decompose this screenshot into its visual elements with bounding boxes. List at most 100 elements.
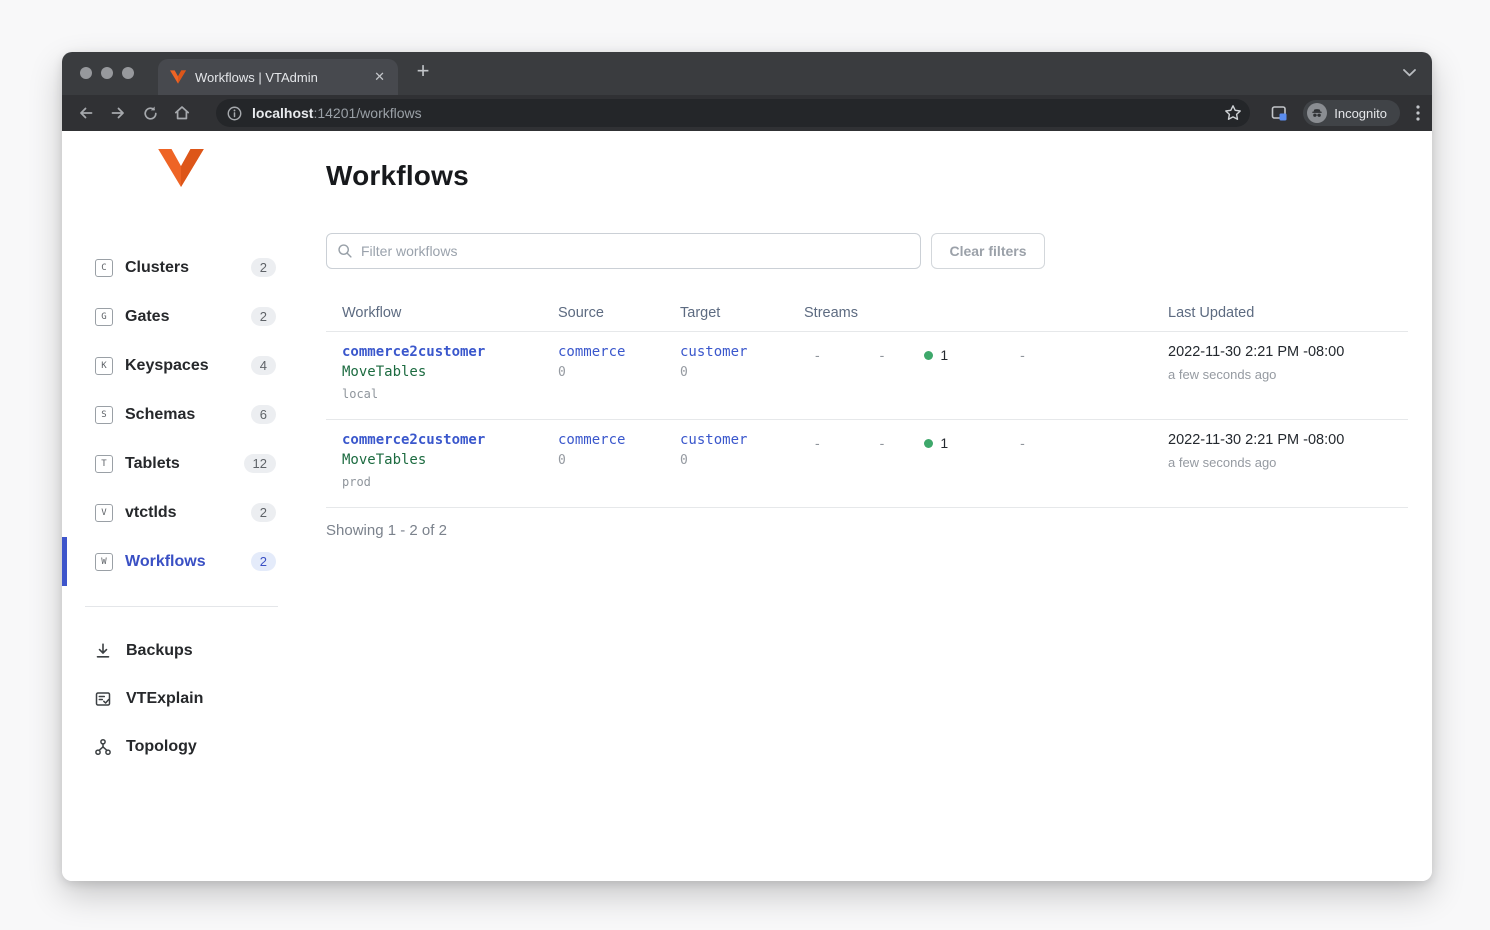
- workflow-type: MoveTables: [342, 364, 542, 380]
- sidebar-item-vtctlds[interactable]: V vtctlds 2: [62, 488, 326, 537]
- sidebar-item-label: Tablets: [125, 455, 180, 473]
- running-count: 1: [940, 435, 948, 451]
- page-content: C Clusters 2 G Gates 2 K Keyspaces 4 S S…: [62, 131, 1432, 881]
- sidebar-item-topology[interactable]: Topology: [62, 723, 326, 771]
- sidebar-item-tablets[interactable]: T Tablets 12: [62, 439, 326, 488]
- search-icon: [337, 243, 353, 259]
- table-header-row: Workflow Source Target Streams Last Upda…: [326, 295, 1408, 332]
- col-header-last-updated: Last Updated: [1152, 305, 1408, 321]
- url-path: :14201/workflows: [313, 105, 421, 121]
- workflow-name-link[interactable]: commerce2customer: [342, 344, 542, 360]
- workflows-table: Workflow Source Target Streams Last Upda…: [326, 295, 1408, 539]
- count-badge: 4: [251, 356, 276, 375]
- sidebar-item-keyspaces[interactable]: K Keyspaces 4: [62, 341, 326, 390]
- sidebar-item-schemas[interactable]: S Schemas 6: [62, 390, 326, 439]
- sidebar-item-label: VTExplain: [126, 690, 203, 708]
- topology-icon: [94, 738, 114, 756]
- running-count: 1: [940, 347, 948, 363]
- window-controls[interactable]: [80, 67, 134, 79]
- streams-copying: -: [815, 347, 820, 363]
- streams-error: -: [880, 435, 885, 451]
- browser-window: Workflows | VTAdmin ✕ + localhost:14201/…: [62, 52, 1432, 881]
- streams-error: -: [880, 347, 885, 363]
- incognito-icon: [1307, 103, 1327, 123]
- sidebar-item-label: Gates: [125, 308, 169, 326]
- table-row: commerce2customer MoveTables local comme…: [326, 332, 1408, 420]
- last-updated-timestamp: 2022-11-30 2:21 PM -08:00: [1168, 432, 1408, 448]
- source-keyspace: commerce: [558, 432, 664, 448]
- target-keyspace: customer: [680, 344, 788, 360]
- last-updated-relative: a few seconds ago: [1168, 367, 1408, 382]
- count-badge: 2: [251, 503, 276, 522]
- clusters-letter-icon: C: [95, 259, 113, 277]
- url-host: localhost: [252, 105, 313, 121]
- browser-toolbar: localhost:14201/workflows Incognito: [62, 95, 1432, 131]
- streams-cell: - - 1 -: [788, 344, 1152, 364]
- bookmark-star-icon[interactable]: [1224, 104, 1242, 122]
- new-tab-button[interactable]: +: [408, 58, 438, 84]
- document-check-icon: [94, 690, 114, 708]
- table-row: commerce2customer MoveTables prod commer…: [326, 420, 1408, 508]
- workflow-cluster: prod: [342, 475, 542, 489]
- count-badge: 12: [244, 454, 276, 473]
- sidebar-divider: [85, 606, 278, 607]
- window-minimize-dot[interactable]: [101, 67, 113, 79]
- sidebar-item-workflows[interactable]: W Workflows 2: [62, 537, 326, 586]
- browser-tab[interactable]: Workflows | VTAdmin ✕: [158, 59, 398, 95]
- col-header-source: Source: [542, 305, 664, 321]
- results-count: Showing 1 - 2 of 2: [326, 522, 1408, 539]
- sidebar-item-label: Schemas: [125, 406, 195, 424]
- gates-letter-icon: G: [95, 308, 113, 326]
- tab-search-chevron-icon[interactable]: [1403, 69, 1416, 77]
- count-badge: 2: [251, 307, 276, 326]
- clear-filters-button[interactable]: Clear filters: [931, 233, 1045, 269]
- col-header-streams: Streams: [788, 305, 1152, 321]
- workflows-letter-icon: W: [95, 553, 113, 571]
- sidebar-item-vtexplain[interactable]: VTExplain: [62, 675, 326, 723]
- back-icon[interactable]: [72, 99, 100, 127]
- running-status-dot: [924, 351, 933, 360]
- source-shards: 0: [558, 453, 664, 468]
- streams-stopped: -: [1020, 347, 1025, 363]
- filter-row: Clear filters: [326, 233, 1432, 269]
- forward-icon[interactable]: [104, 99, 132, 127]
- window-zoom-dot[interactable]: [122, 67, 134, 79]
- target-keyspace: customer: [680, 432, 788, 448]
- sidebar-item-label: Workflows: [125, 553, 206, 571]
- workflow-type: MoveTables: [342, 452, 542, 468]
- streams-stopped: -: [1020, 435, 1025, 451]
- streams-copying: -: [815, 435, 820, 451]
- address-bar[interactable]: localhost:14201/workflows: [216, 99, 1250, 127]
- window-close-dot[interactable]: [80, 67, 92, 79]
- col-header-workflow: Workflow: [326, 305, 542, 321]
- sidebar-item-backups[interactable]: Backups: [62, 627, 326, 675]
- sidebar-item-gates[interactable]: G Gates 2: [62, 292, 326, 341]
- browser-menu-icon[interactable]: [1416, 105, 1420, 121]
- last-updated-timestamp: 2022-11-30 2:21 PM -08:00: [1168, 344, 1408, 360]
- incognito-badge: Incognito: [1303, 100, 1400, 126]
- home-icon[interactable]: [168, 99, 196, 127]
- source-shards: 0: [558, 365, 664, 380]
- sidebar-item-label: Topology: [126, 738, 197, 756]
- page-title: Workflows: [326, 160, 1432, 192]
- download-icon: [94, 642, 114, 660]
- target-shards: 0: [680, 453, 788, 468]
- schemas-letter-icon: S: [95, 406, 113, 424]
- streams-cell: - - 1 -: [788, 432, 1152, 452]
- sidebar-item-clusters[interactable]: C Clusters 2: [62, 243, 326, 292]
- last-updated-relative: a few seconds ago: [1168, 455, 1408, 470]
- site-info-icon[interactable]: [226, 105, 243, 122]
- vitess-logo: [158, 149, 204, 187]
- tab-close-icon[interactable]: ✕: [371, 69, 388, 85]
- keyspaces-letter-icon: K: [95, 357, 113, 375]
- incognito-label: Incognito: [1334, 106, 1387, 121]
- sidebar-item-label: Backups: [126, 642, 193, 660]
- refresh-icon[interactable]: [136, 99, 164, 127]
- filter-workflows-input[interactable]: [326, 233, 921, 269]
- workflow-name-link[interactable]: commerce2customer: [342, 432, 542, 448]
- vitess-favicon: [170, 70, 186, 84]
- vtctlds-letter-icon: V: [95, 504, 113, 522]
- col-header-target: Target: [664, 305, 788, 321]
- count-badge: 6: [251, 405, 276, 424]
- side-panel-icon[interactable]: [1270, 104, 1289, 123]
